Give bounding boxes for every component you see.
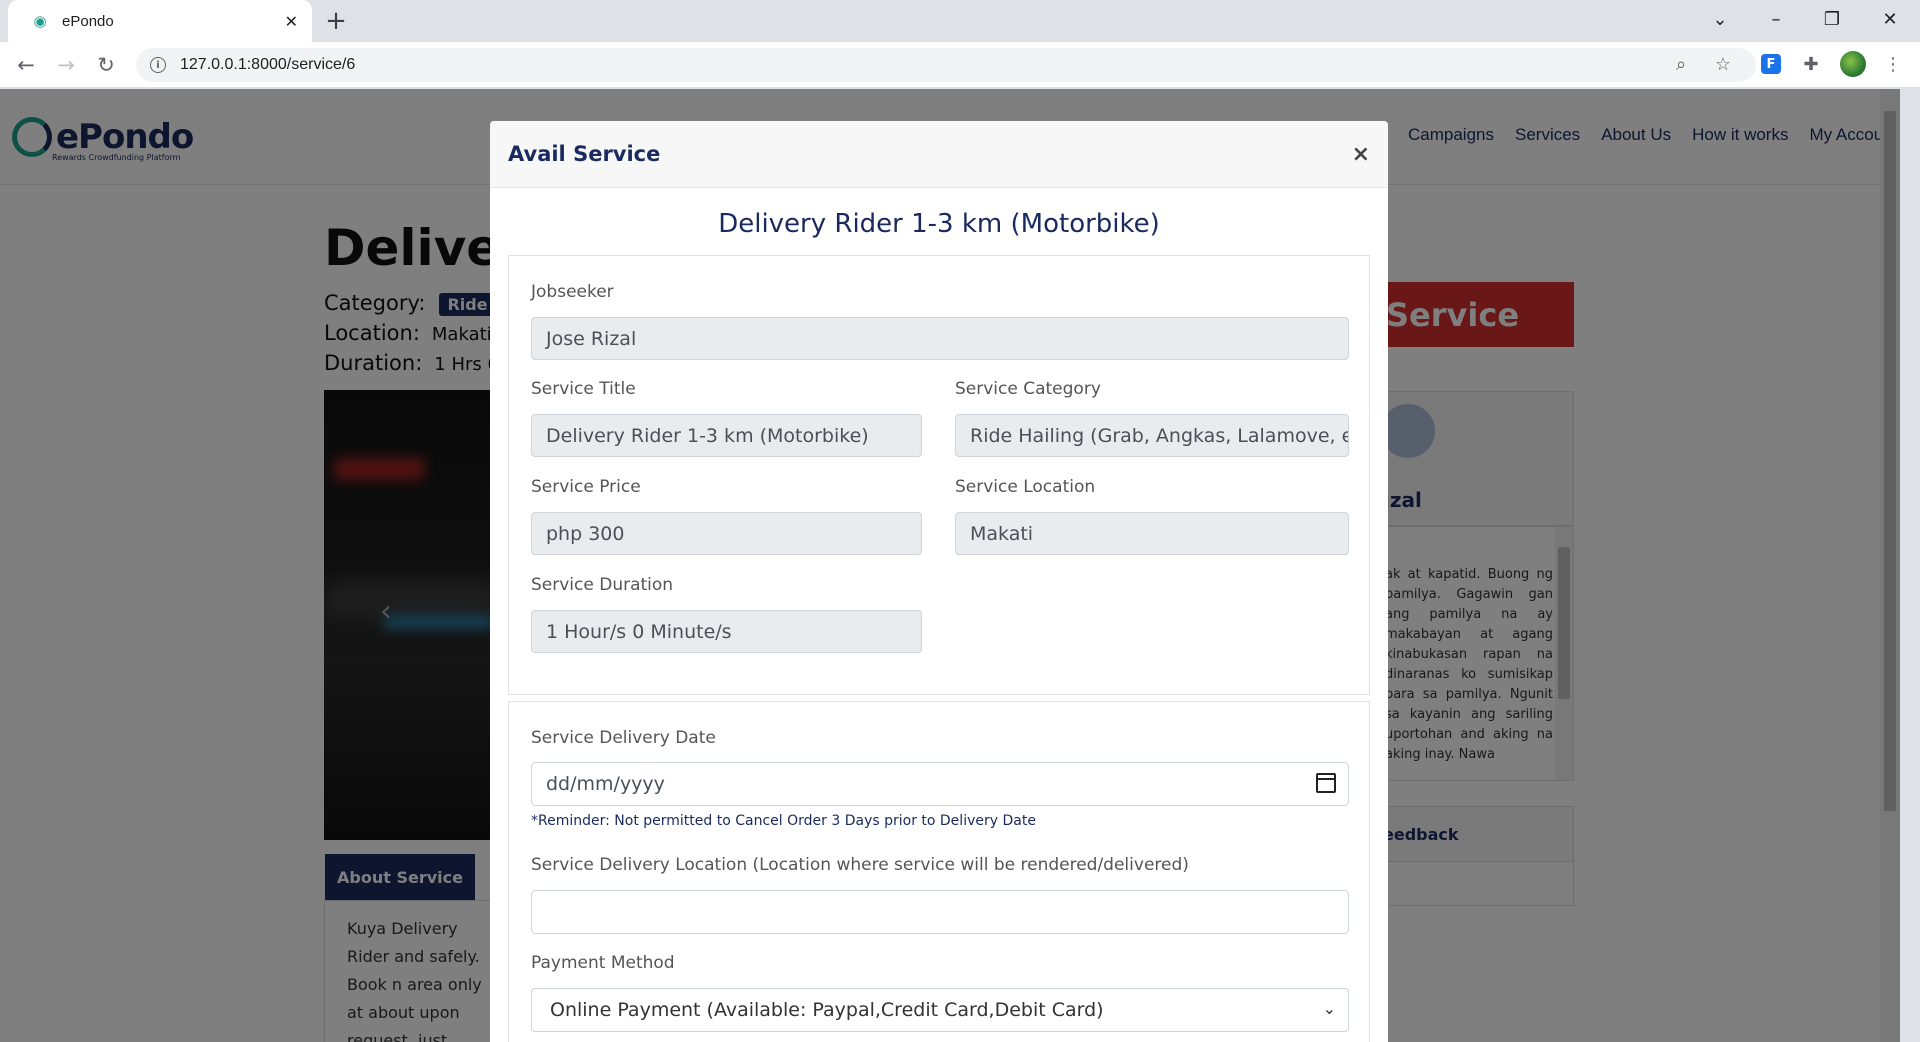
avail-service-modal: Avail Service × Delivery Rider 1-3 km (M… [490, 121, 1388, 1042]
minimize-button[interactable]: – [1748, 0, 1804, 38]
forward-icon[interactable]: → [52, 51, 80, 79]
modal-close-button[interactable]: × [1352, 142, 1370, 167]
restore-button[interactable]: ❐ [1804, 0, 1860, 38]
browser-menu-icon[interactable]: ⋮ [1880, 51, 1906, 77]
bookmark-star-icon[interactable]: ☆ [1710, 51, 1736, 77]
tab-title: ePondo [62, 12, 114, 30]
profile-avatar-icon[interactable] [1840, 51, 1866, 77]
service-category-field: Ride Hailing (Grab, Angkas, Lalamove, et [955, 414, 1349, 457]
delivery-date-input[interactable]: dd/mm/yyyy [531, 762, 1349, 806]
address-bar[interactable]: i 127.0.0.1:8000/service/6 [136, 48, 1756, 82]
payment-method-select[interactable]: Online Payment (Available: Paypal,Credit… [531, 988, 1349, 1032]
web-page: ePondo Rewards Crowdfunding Platform Cam… [0, 89, 1900, 1042]
booking-details-card: Service Delivery Date dd/mm/yyyy *Remind… [508, 701, 1370, 1042]
site-info-icon[interactable]: i [150, 57, 166, 73]
browser-tab[interactable]: ◉ ePondo ✕ [8, 0, 312, 42]
epondo-favicon-icon: ◉ [33, 12, 47, 30]
service-price-field: php 300 [531, 512, 922, 555]
jobseeker-label: Jobseeker [531, 282, 614, 302]
service-price-label: Service Price [531, 477, 641, 497]
back-icon[interactable]: ← [12, 51, 40, 79]
chevron-down-icon: ⌄ [1322, 999, 1336, 1018]
modal-service-heading: Delivery Rider 1-3 km (Motorbike) [718, 209, 1160, 239]
url-text: 127.0.0.1:8000/service/6 [180, 56, 356, 73]
tab-close-icon[interactable]: ✕ [285, 12, 298, 31]
browser-tab-bar: ◉ ePondo ✕ + ⌄ – ❐ ✕ [0, 0, 1920, 42]
service-category-label: Service Category [955, 379, 1101, 399]
service-title-label: Service Title [531, 379, 636, 399]
delivery-date-placeholder: dd/mm/yyyy [546, 773, 665, 795]
modal-header: Avail Service × [490, 121, 1388, 188]
service-duration-label: Service Duration [531, 575, 674, 595]
close-window-button[interactable]: ✕ [1862, 0, 1918, 38]
modal-title: Avail Service [508, 142, 661, 166]
browser-toolbar: ← → ↻ i 127.0.0.1:8000/service/6 ⌕ ☆ F ✚… [0, 42, 1920, 88]
new-tab-button[interactable]: + [322, 8, 350, 36]
payment-method-value: Online Payment (Available: Paypal,Credit… [550, 999, 1104, 1021]
payment-method-label: Payment Method [531, 953, 675, 973]
delivery-location-input[interactable] [531, 890, 1349, 934]
service-details-card: Jobseeker Jose Rizal Service Title Deliv… [508, 255, 1370, 695]
delivery-date-label: Service Delivery Date [531, 728, 716, 748]
service-location-label: Service Location [955, 477, 1096, 497]
tab-search-icon[interactable]: ⌄ [1692, 0, 1748, 38]
service-location-field: Makati [955, 512, 1349, 555]
delivery-location-label: Service Delivery Location (Location wher… [531, 855, 1189, 875]
zoom-icon[interactable]: ⌕ [1668, 51, 1694, 77]
cancel-reminder: *Reminder: Not permitted to Cancel Order… [531, 813, 1036, 829]
extensions-puzzle-icon[interactable]: ✚ [1798, 51, 1824, 77]
reload-icon[interactable]: ↻ [92, 51, 120, 79]
calendar-icon[interactable] [1316, 773, 1336, 793]
extension-fi-icon[interactable]: F [1758, 51, 1784, 77]
jobseeker-field: Jose Rizal [531, 317, 1349, 360]
service-title-field: Delivery Rider 1-3 km (Motorbike) [531, 414, 922, 457]
service-duration-field: 1 Hour/s 0 Minute/s [531, 610, 922, 653]
